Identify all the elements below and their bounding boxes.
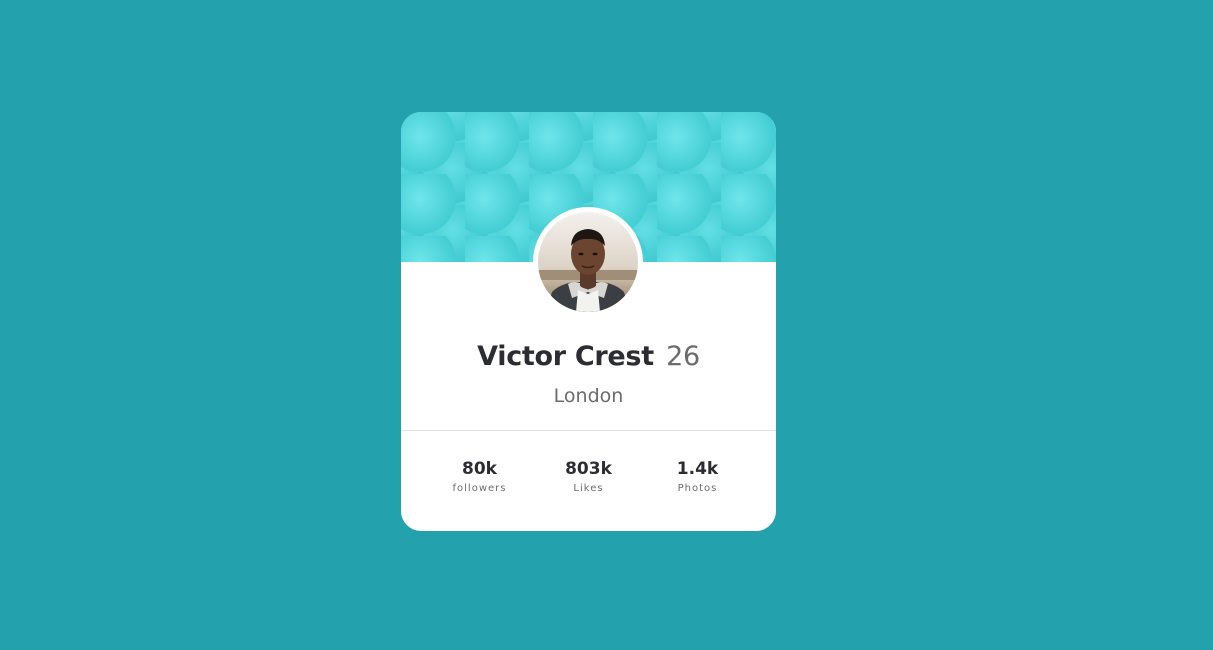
stat-label: Likes — [573, 483, 604, 494]
identity-block: Victor Crest 26 London — [401, 337, 776, 411]
name-line: Victor Crest 26 — [401, 337, 776, 377]
stat-followers: 80k followers — [425, 457, 534, 497]
stat-value: 1.4k — [676, 459, 719, 479]
profile-city: London — [553, 385, 624, 407]
stat-value: 803k — [565, 459, 612, 479]
profile-age: 26 — [666, 341, 700, 372]
profile-card: Victor Crest 26 London 80k followers 803… — [401, 112, 776, 531]
avatar-photo — [538, 212, 638, 312]
stat-photos: 1.4k Photos — [643, 457, 752, 497]
avatar — [538, 212, 638, 312]
stats-row: 80k followers 803k Likes 1.4k Photos — [425, 457, 752, 497]
stat-label: Photos — [677, 483, 718, 494]
profile-name: Victor Crest — [477, 341, 654, 372]
stat-label: followers — [452, 483, 507, 494]
avatar-ring — [533, 207, 643, 317]
divider — [401, 430, 776, 431]
stat-likes: 803k Likes — [534, 457, 643, 497]
stat-value: 80k — [462, 459, 497, 479]
